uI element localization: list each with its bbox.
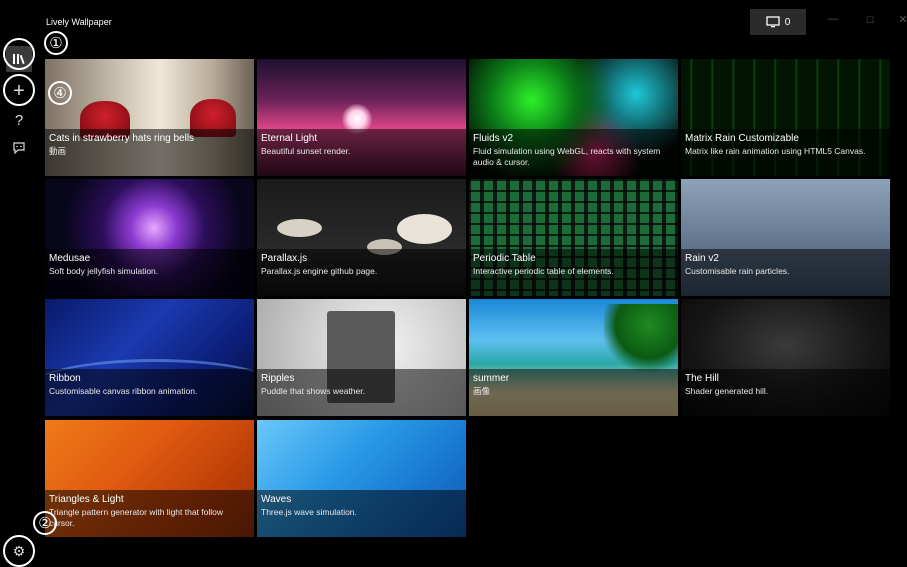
wallpaper-tile[interactable]: Eternal Light Beautiful sunset render. [257, 59, 466, 176]
tile-description: Fluid simulation using WebGL, reacts wit… [473, 146, 661, 167]
help-button[interactable]: ? [6, 107, 32, 133]
tile-description: Three.js wave simulation. [261, 507, 357, 517]
wallpaper-tile[interactable]: Triangles & Light Triangle pattern gener… [45, 420, 254, 537]
tile-title: Fluids v2 [473, 133, 514, 144]
callout-1: ① [44, 31, 68, 55]
tile-caption: Cats in strawberry hats ring bells 動画 [45, 129, 254, 176]
highlight-ring-library [3, 38, 35, 70]
tile-description: Puddle that shows weather. [261, 386, 365, 396]
tile-caption: Rain v2 Customisable rain particles. [681, 249, 890, 296]
wallpaper-tile[interactable]: Cats in strawberry hats ring bells 動画 [45, 59, 254, 176]
tile-caption: Eternal Light Beautiful sunset render. [257, 129, 466, 176]
app-window: Lively Wallpaper 0 — ☐ ✕ + ? ⚙ Cats in s… [0, 9, 907, 567]
tile-title: Medusae [49, 253, 91, 264]
tile-title: Ripples [261, 373, 295, 384]
tile-description: Customisable canvas ribbon animation. [49, 386, 198, 396]
maximize-button[interactable]: ☐ [860, 15, 880, 26]
callout-2: ② [33, 511, 57, 535]
tile-description: 画像 [473, 386, 491, 396]
monitor-icon [766, 16, 780, 28]
tile-caption: Waves Three.js wave simulation. [257, 490, 466, 537]
highlight-ring-settings [3, 535, 35, 567]
tile-title: Periodic Table [473, 253, 536, 264]
tile-title: Parallax.js [261, 253, 308, 264]
tile-description: Matrix like rain animation using HTML5 C… [685, 146, 866, 156]
tile-title: The Hill [685, 373, 719, 384]
wallpaper-tile[interactable]: Waves Three.js wave simulation. [257, 420, 466, 537]
tile-description: Beautiful sunset render. [261, 146, 351, 156]
tile-title: Cats in strawberry hats ring bells [49, 133, 195, 144]
tile-caption: Triangles & Light Triangle pattern gener… [45, 490, 254, 537]
wallpaper-tile[interactable]: Rain v2 Customisable rain particles. [681, 179, 890, 296]
tile-description: Triangle pattern generator with light th… [49, 507, 224, 528]
tile-description: Parallax.js engine github page. [261, 266, 378, 276]
tile-title: Matrix Rain Customizable [685, 133, 799, 144]
wallpaper-tile[interactable]: summer 画像 [469, 299, 678, 416]
wallpaper-tile[interactable]: Periodic Table Interactive periodic tabl… [469, 179, 678, 296]
tile-description: Customisable rain particles. [685, 266, 790, 276]
tile-title: Waves [261, 494, 292, 505]
wallpaper-tile[interactable]: Ripples Puddle that shows weather. [257, 299, 466, 416]
wallpaper-tile[interactable]: The Hill Shader generated hill. [681, 299, 890, 416]
feedback-button[interactable] [6, 135, 32, 161]
tile-caption: Periodic Table Interactive periodic tabl… [469, 249, 678, 296]
sidebar: + ? ⚙ [0, 37, 40, 567]
tile-caption: summer 画像 [469, 369, 678, 416]
tile-title: Eternal Light [261, 133, 318, 144]
tile-title: Rain v2 [685, 253, 719, 264]
cloud-graphic [277, 219, 322, 237]
tile-caption: The Hill Shader generated hill. [681, 369, 890, 416]
callout-4: ④ [48, 81, 72, 105]
wallpaper-tile[interactable]: Parallax.js Parallax.js engine github pa… [257, 179, 466, 296]
tile-caption: Matrix Rain Customizable Matrix like rai… [681, 129, 890, 176]
highlight-ring-add [3, 74, 35, 106]
wallpaper-tile[interactable]: Medusae Soft body jellyfish simulation. [45, 179, 254, 296]
tile-title: Ribbon [49, 373, 81, 384]
tile-caption: Ribbon Customisable canvas ribbon animat… [45, 369, 254, 416]
tile-description: Shader generated hill. [685, 386, 769, 396]
wallpaper-tile[interactable]: Matrix Rain Customizable Matrix like rai… [681, 59, 890, 176]
tile-description: Soft body jellyfish simulation. [49, 266, 159, 276]
app-title: Lively Wallpaper [46, 17, 112, 27]
monitor-select-button[interactable]: 0 [750, 9, 806, 35]
minimize-button[interactable]: — [823, 13, 843, 25]
feedback-icon [13, 142, 25, 154]
tile-title: Triangles & Light [49, 494, 124, 505]
tile-caption: Fluids v2 Fluid simulation using WebGL, … [469, 129, 678, 176]
palm-graphic [604, 304, 678, 374]
tile-description: Interactive periodic table of elements. [473, 266, 614, 276]
tile-description: 動画 [49, 146, 67, 156]
wallpaper-tile[interactable]: Fluids v2 Fluid simulation using WebGL, … [469, 59, 678, 176]
tile-caption: Medusae Soft body jellyfish simulation. [45, 249, 254, 296]
close-button[interactable]: ✕ [893, 13, 907, 26]
wallpaper-tile[interactable]: Ribbon Customisable canvas ribbon animat… [45, 299, 254, 416]
tile-caption: Ripples Puddle that shows weather. [257, 369, 466, 416]
tile-title: summer [473, 373, 510, 384]
monitor-count: 0 [784, 16, 791, 28]
title-bar: Lively Wallpaper 0 — ☐ ✕ [0, 9, 907, 37]
tile-caption: Parallax.js Parallax.js engine github pa… [257, 249, 466, 296]
cloud-graphic [397, 214, 452, 244]
